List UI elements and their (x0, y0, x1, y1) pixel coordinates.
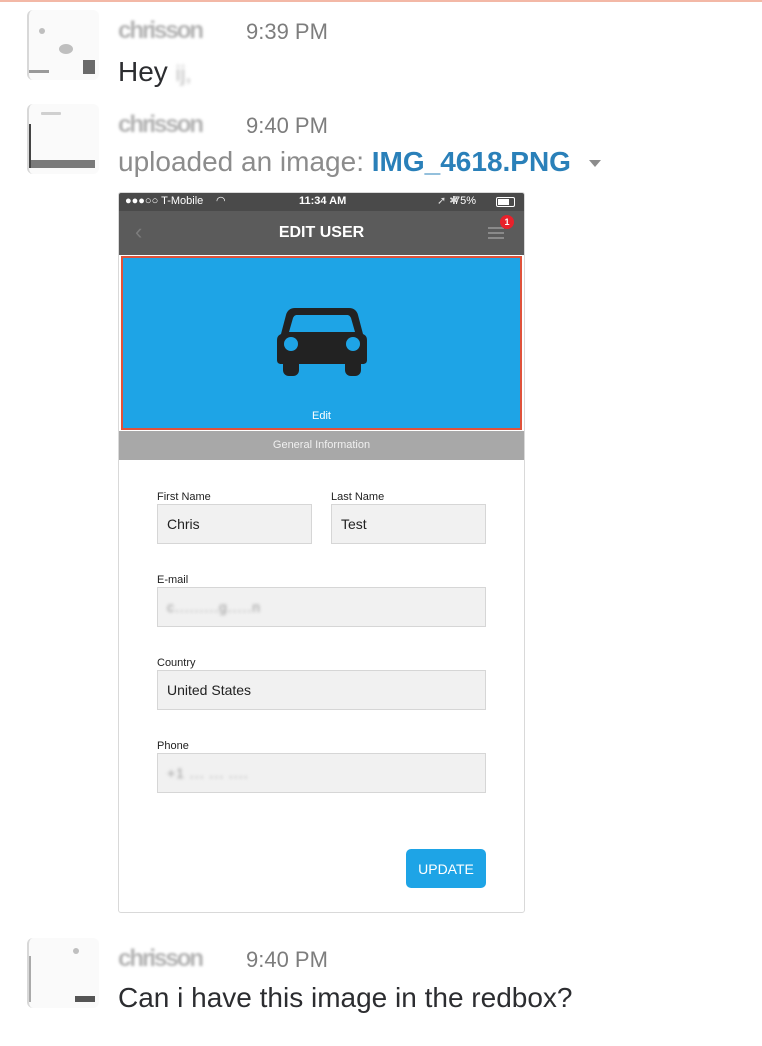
message-author[interactable]: chrisson (118, 17, 204, 45)
message-text: Hey ij, (118, 56, 191, 88)
battery-icon (496, 197, 515, 207)
edit-image-label[interactable]: Edit (123, 410, 520, 422)
message-timestamp[interactable]: 9:40 PM (246, 113, 328, 139)
phone-field[interactable]: +1 ... ... .... (157, 753, 486, 793)
message-text-content: Hey (118, 56, 168, 87)
message-text: Can i have this image in the redbox? (118, 982, 573, 1013)
email-field[interactable]: c.........g.....n (157, 587, 486, 627)
section-header: General Information (119, 431, 524, 460)
chevron-down-icon[interactable] (588, 160, 601, 168)
last-name-label: Last Name (331, 491, 385, 503)
file-link[interactable]: IMG_4618.PNG (372, 146, 571, 177)
phone-page-title: EDIT USER (278, 224, 365, 241)
hamburger-menu-icon[interactable] (488, 227, 504, 241)
upload-line: uploaded an image: IMG_4618.PNG (118, 146, 601, 178)
email-value: c.........g.....n (167, 599, 262, 615)
upload-prefix: uploaded an image: (118, 146, 364, 177)
first-name-field[interactable]: Chris (157, 504, 312, 544)
message-timestamp[interactable]: 9:40 PM (246, 947, 328, 973)
update-button[interactable]: UPDATE (406, 849, 486, 888)
message-timestamp[interactable]: 9:39 PM (246, 19, 328, 45)
email-label: E-mail (157, 574, 189, 586)
avatar[interactable] (27, 104, 99, 174)
carrier-label: ●●●○○ T-Mobile (125, 195, 204, 207)
redacted-name: ij, (175, 61, 192, 86)
last-name-field[interactable]: Test (331, 504, 486, 544)
uploaded-image-preview[interactable]: ●●●○○ T-Mobile ◠ 11:34 AM ➚ ✱ 75% ‹ EDIT… (118, 192, 525, 913)
top-divider (0, 0, 762, 2)
phone-nav-bar: ‹ EDIT USER 1 (119, 211, 524, 255)
phone-value: +1 ... ... .... (167, 765, 249, 781)
car-icon (277, 308, 367, 376)
first-name-label: First Name (157, 491, 211, 503)
message-author[interactable]: chrisson (118, 111, 204, 139)
country-label: Country (157, 657, 196, 669)
notification-badge: 1 (500, 215, 514, 229)
battery-percent: 75% (454, 195, 477, 207)
vehicle-image-box[interactable]: Edit (121, 256, 522, 430)
avatar[interactable] (27, 938, 99, 1008)
avatar[interactable] (27, 10, 99, 80)
phone-status-bar: ●●●○○ T-Mobile ◠ 11:34 AM ➚ ✱ 75% (119, 193, 524, 211)
message-author[interactable]: chrisson (118, 945, 204, 973)
wifi-icon: ◠ (216, 195, 226, 207)
status-time: 11:34 AM (299, 195, 347, 207)
country-field[interactable]: United States (157, 670, 486, 710)
phone-label: Phone (157, 740, 189, 752)
